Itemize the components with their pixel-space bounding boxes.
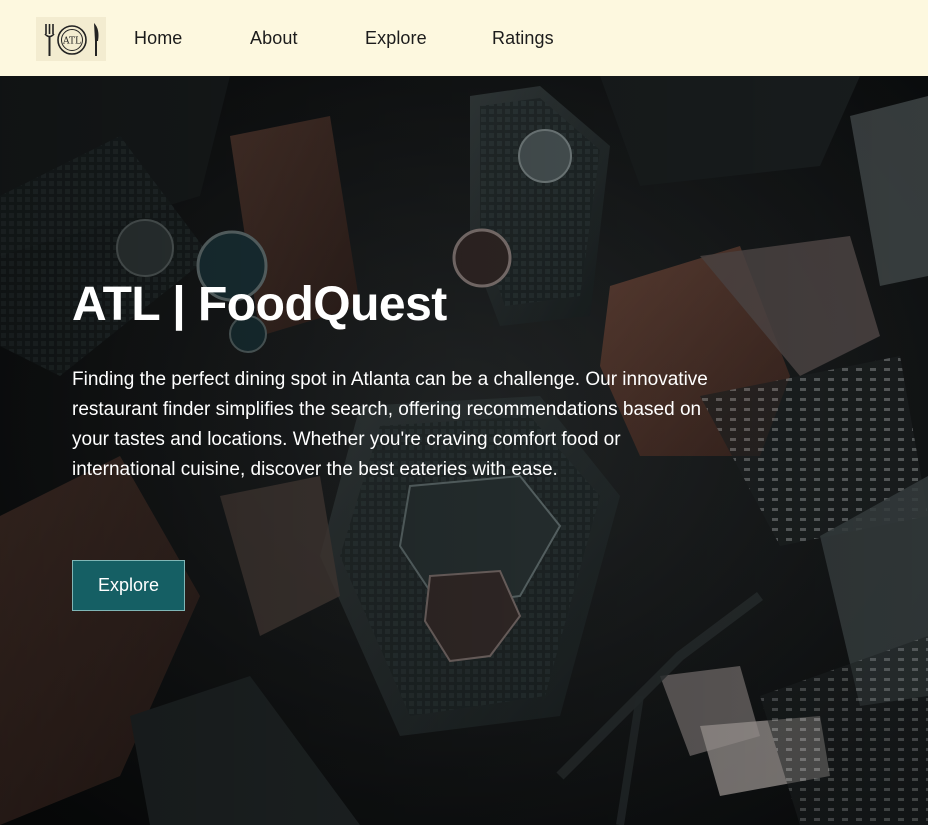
nav-links: Home About Explore Ratings xyxy=(0,0,928,76)
nav-link-about[interactable]: About xyxy=(250,28,298,49)
nav-link-explore[interactable]: Explore xyxy=(365,28,427,49)
explore-button[interactable]: Explore xyxy=(72,560,185,611)
nav-link-home[interactable]: Home xyxy=(134,28,182,49)
page-title: ATL | FoodQuest xyxy=(72,278,447,331)
hero-description: Finding the perfect dining spot in Atlan… xyxy=(72,369,708,480)
hero-section: ATL | FoodQuest Finding the perfect dini… xyxy=(0,76,928,825)
top-navbar: ATL Home About Explore Ratings xyxy=(0,0,928,76)
nav-link-ratings[interactable]: Ratings xyxy=(492,28,554,49)
